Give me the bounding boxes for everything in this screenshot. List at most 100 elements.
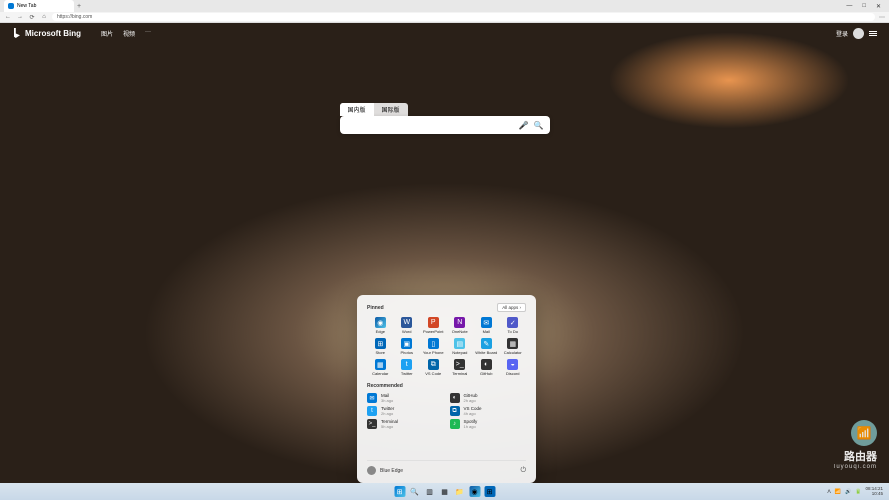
taskbar-search-button[interactable]: 🔍 [409, 486, 420, 497]
recommended-item-mail[interactable]: ✉Mail3h ago [367, 393, 444, 403]
pinned-app-word[interactable]: WWord [394, 316, 421, 335]
pinned-app-calendar[interactable]: ▦Calendar [367, 358, 394, 377]
search-tab-intl[interactable]: 国际版 [374, 103, 408, 116]
app-label: PowerPoint [423, 329, 443, 334]
window-maximize[interactable]: □ [862, 3, 866, 10]
app-icon: P [428, 317, 439, 328]
recommended-item-twitter[interactable]: tTwitter2h ago [367, 406, 444, 416]
pinned-app-terminal[interactable]: >_Terminal [447, 358, 474, 377]
watermark-title: 路由器 [834, 448, 877, 464]
app-icon: ✎ [481, 338, 492, 349]
pinned-app-twitter[interactable]: tTwitter [394, 358, 421, 377]
app-icon: ✓ [507, 317, 518, 328]
app-label: Calendar [372, 371, 388, 376]
nav-videos[interactable]: 视频 [123, 29, 135, 38]
bing-logo-icon [12, 28, 22, 38]
user-name: Blue Edge [380, 468, 403, 474]
bing-logo-text: Microsoft Bing [25, 29, 81, 38]
recommended-item-github[interactable]: ◐GitHub2h ago [450, 393, 527, 403]
hamburger-menu-icon[interactable] [869, 31, 877, 36]
search-tab-domestic[interactable]: 国内版 [340, 103, 374, 116]
app-icon: >_ [454, 359, 465, 370]
pinned-app-white-board[interactable]: ✎White Board [473, 337, 500, 356]
recommended-item-vs-code[interactable]: ⧉VS Code4h ago [450, 406, 527, 416]
taskbar-explorer-button[interactable]: 📁 [454, 486, 465, 497]
voice-search-icon[interactable]: 🎤 [519, 121, 529, 130]
pinned-apps-grid: ◉EdgeWWordPPowerPointNOneNote✉Mail✓To Do… [367, 316, 526, 377]
app-label: Photos [401, 350, 413, 355]
app-label: Word [402, 329, 411, 334]
taskbar-taskview-button[interactable]: ▥ [424, 486, 435, 497]
app-icon: W [401, 317, 412, 328]
app-label: Edge [376, 329, 385, 334]
search-box[interactable]: 🎤 🔍 [340, 116, 550, 134]
user-avatar-icon [367, 466, 376, 475]
app-label: VS Code [425, 371, 441, 376]
pinned-app-vs-code[interactable]: ⧉VS Code [420, 358, 447, 377]
taskbar: ⊞ 🔍 ▥ ▦ 📁 ◉ ⊞ ᐱ 📶 🔊 🔋 08:14:21 10:45 [0, 483, 889, 500]
taskbar-widgets-button[interactable]: ▦ [439, 486, 450, 497]
extensions-icon[interactable]: ⋯ [879, 14, 885, 21]
tab-title: New Tab [17, 3, 36, 9]
taskbar-store-button[interactable]: ⊞ [484, 486, 495, 497]
reco-icon: t [367, 406, 377, 416]
tray-volume-icon[interactable]: 🔊 [845, 489, 851, 495]
taskbar-start-button[interactable]: ⊞ [394, 486, 405, 497]
pinned-app-powerpoint[interactable]: PPowerPoint [420, 316, 447, 335]
address-bar[interactable]: https://bing.com [52, 13, 875, 21]
pinned-heading: Pinned [367, 305, 384, 311]
pinned-app-github[interactable]: ◐GitHub [473, 358, 500, 377]
tray-wifi-icon[interactable]: 📶 [835, 489, 841, 495]
login-link[interactable]: 登录 [836, 29, 848, 38]
reco-icon: >_ [367, 419, 377, 429]
pinned-app-onenote[interactable]: NOneNote [447, 316, 474, 335]
pinned-app-edge[interactable]: ◉Edge [367, 316, 394, 335]
recommended-item-spotify[interactable]: ♪Spotify1h ago [450, 419, 527, 429]
user-avatar[interactable] [853, 28, 864, 39]
taskbar-clock[interactable]: 08:14:21 10:45 [865, 487, 883, 497]
app-label: Store [375, 350, 385, 355]
home-button[interactable]: ⌂ [40, 13, 48, 21]
watermark-icon: 📶 [851, 420, 877, 446]
power-button[interactable]: ⏻ [520, 467, 526, 475]
app-icon: ▦ [375, 359, 386, 370]
clock-date: 10:45 [872, 492, 883, 497]
recommended-heading: Recommended [367, 383, 403, 389]
tray-chevron-icon[interactable]: ᐱ [827, 489, 830, 495]
forward-button[interactable]: → [16, 13, 24, 21]
pinned-app-mail[interactable]: ✉Mail [473, 316, 500, 335]
pinned-app-discord[interactable]: ◒Discord [500, 358, 527, 377]
all-apps-button[interactable]: All apps › [497, 303, 526, 312]
bing-logo[interactable]: Microsoft Bing [12, 28, 81, 38]
new-tab-button[interactable]: + [74, 3, 84, 10]
window-minimize[interactable]: — [846, 3, 852, 10]
browser-titlebar: New Tab + — □ ✕ [0, 0, 889, 12]
taskbar-edge-button[interactable]: ◉ [469, 486, 480, 497]
reco-subtitle: 5h ago [381, 424, 398, 429]
pinned-app-store[interactable]: ⊞Store [367, 337, 394, 356]
pinned-app-to-do[interactable]: ✓To Do [500, 316, 527, 335]
start-menu-user[interactable]: Blue Edge [367, 466, 403, 475]
back-button[interactable]: ← [4, 13, 12, 21]
app-label: Notepad [452, 350, 467, 355]
app-label: Your Phone [423, 350, 444, 355]
window-close[interactable]: ✕ [876, 3, 881, 10]
tab-favicon [8, 3, 14, 9]
nav-more[interactable]: ··· [145, 29, 151, 38]
reco-subtitle: 3h ago [381, 398, 393, 403]
pinned-app-photos[interactable]: ▣Photos [394, 337, 421, 356]
recommended-item-terminal[interactable]: >_Terminal5h ago [367, 419, 444, 429]
pinned-app-calculator[interactable]: ▦Calculator [500, 337, 527, 356]
pinned-app-your-phone[interactable]: ▯Your Phone [420, 337, 447, 356]
refresh-button[interactable]: ⟳ [28, 13, 36, 21]
search-input[interactable] [346, 122, 519, 129]
nav-images[interactable]: 图片 [101, 29, 113, 38]
app-icon: ⧉ [428, 359, 439, 370]
search-icon[interactable]: 🔍 [534, 121, 544, 130]
pinned-app-notepad[interactable]: ▤Notepad [447, 337, 474, 356]
reco-icon: ✉ [367, 393, 377, 403]
browser-tab-active[interactable]: New Tab [4, 0, 74, 12]
watermark-sub: luyouqi.com [834, 464, 877, 470]
reco-subtitle: 1h ago [464, 424, 478, 429]
tray-battery-icon[interactable]: 🔋 [855, 489, 861, 495]
